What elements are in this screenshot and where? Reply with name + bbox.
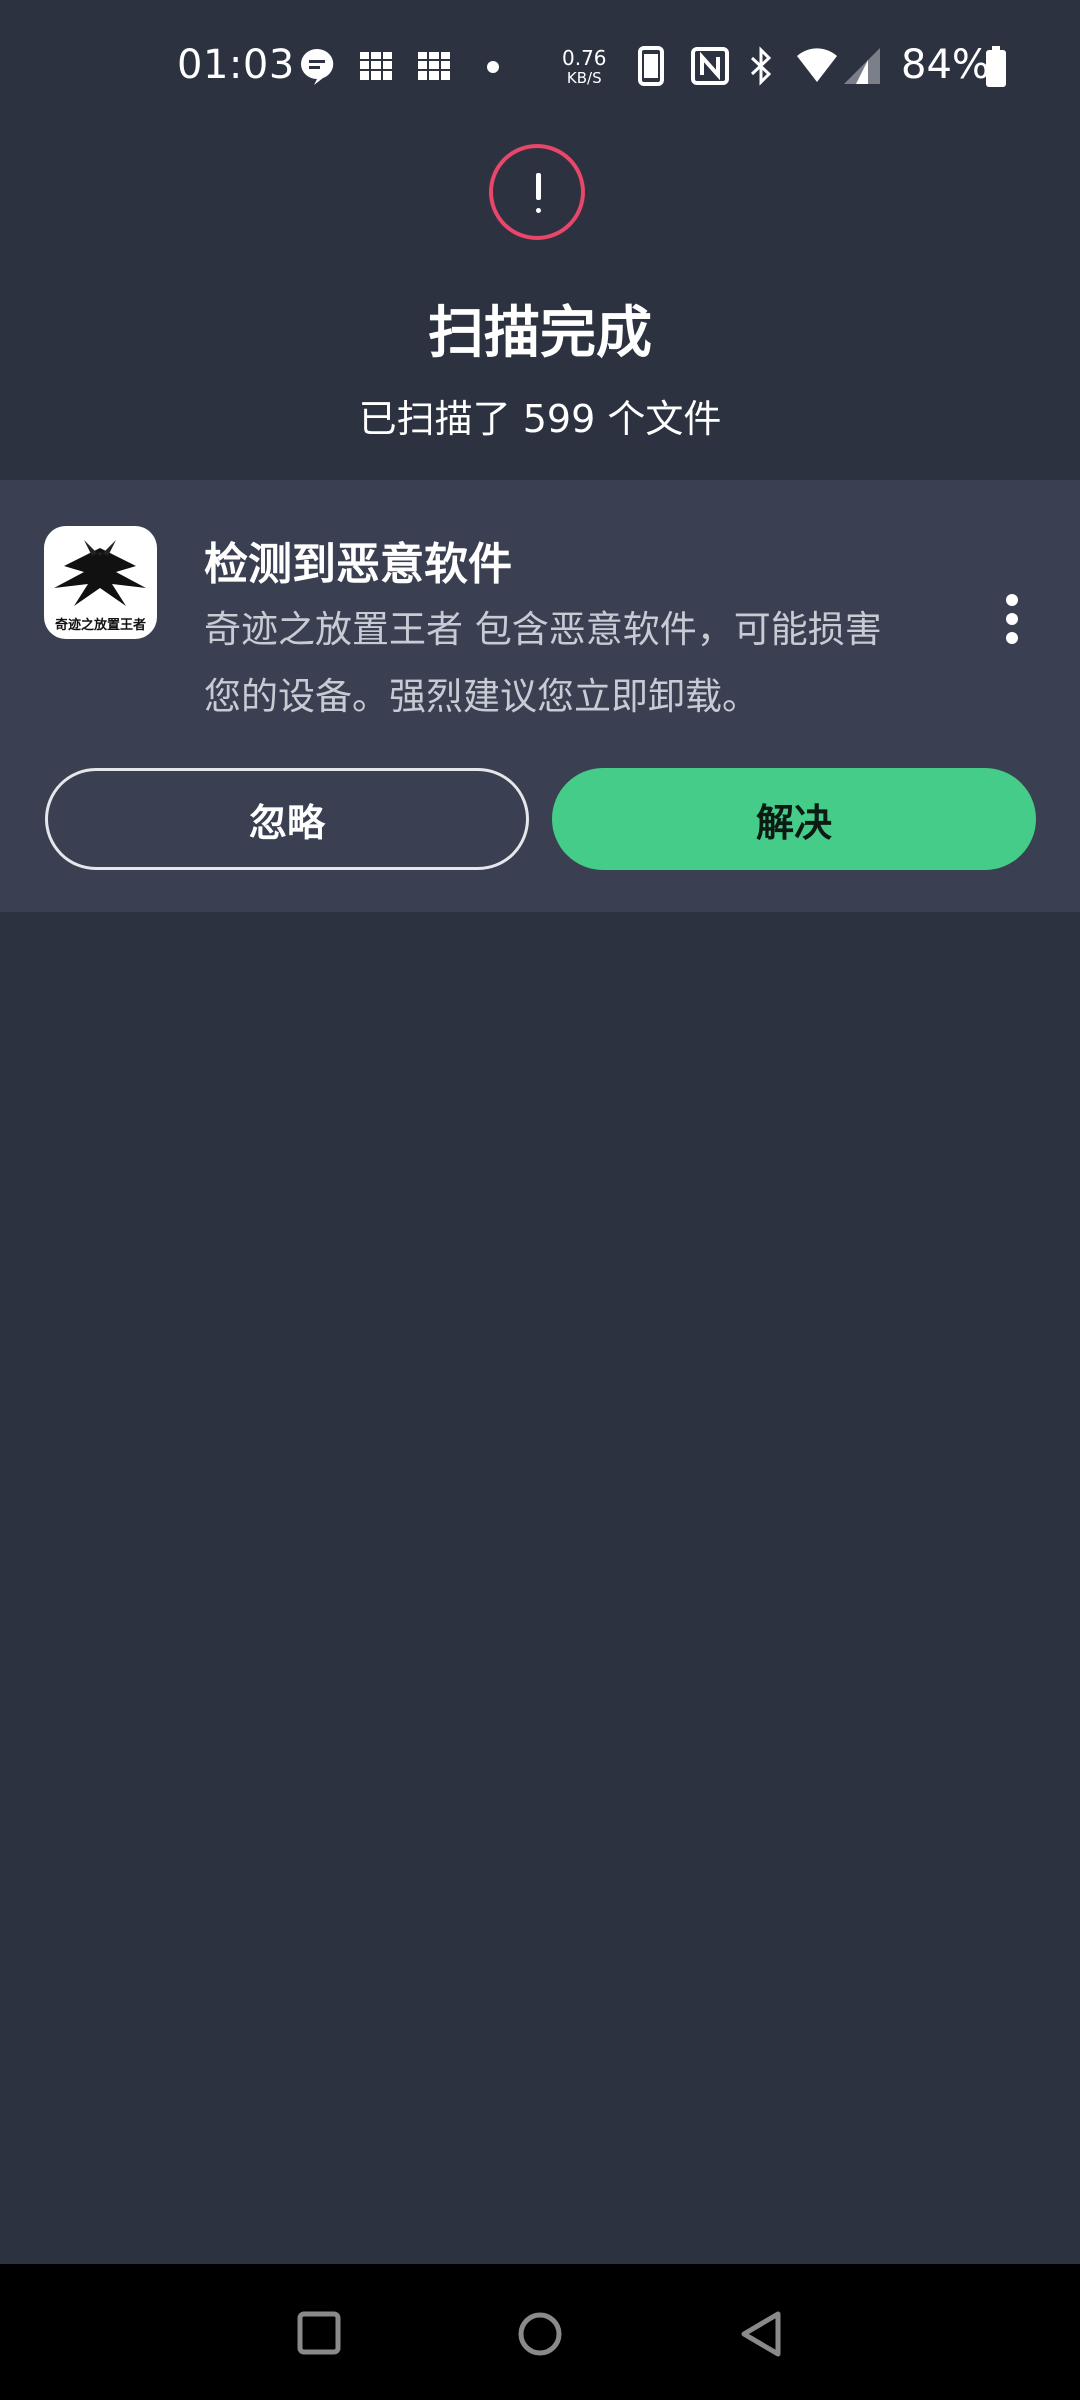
app-icon-caption: 奇迹之放置王者 [54, 618, 146, 633]
net-speed-value: 0.76 [562, 46, 607, 70]
home-icon[interactable] [516, 2310, 564, 2358]
navigation-bar [0, 2264, 1080, 2400]
message-icon [301, 48, 334, 85]
scan-complete-title: 扫描完成 [428, 301, 652, 366]
battery-icon [986, 46, 1006, 87]
resolve-button[interactable]: 解决 [552, 768, 1036, 870]
dot-icon [487, 61, 499, 73]
more-vert-icon[interactable] [998, 590, 1028, 648]
phone-icon [638, 46, 664, 86]
ignore-button[interactable]: 忽略 [45, 768, 529, 870]
bluetooth-icon [750, 46, 772, 86]
signal-icon [844, 48, 880, 84]
net-speed: 0.76 KB/S [562, 48, 607, 88]
alert-icon [489, 144, 585, 240]
back-icon[interactable] [738, 2310, 784, 2358]
battery-percent: 84% [901, 42, 990, 88]
app-logo-icon [54, 540, 146, 606]
malware-description: 奇迹之放置王者 包含恶意软件，可能损害您的设备。强烈建议您立即卸载。 [204, 608, 882, 718]
app-icon: 奇迹之放置王者 [44, 526, 157, 639]
notification-icon [360, 52, 392, 80]
status-bar: 01:03 0.76 KB/S 84% [0, 0, 1080, 130]
nfc-icon [691, 47, 729, 85]
recents-icon[interactable] [296, 2310, 342, 2356]
notification-icon [418, 52, 450, 80]
scanned-files-count: 已扫描了 599 个文件 [358, 397, 722, 441]
net-speed-unit: KB/S [566, 69, 602, 87]
wifi-icon [797, 48, 837, 82]
status-time: 01:03 [177, 42, 295, 88]
malware-detected-title: 检测到恶意软件 [204, 539, 512, 590]
